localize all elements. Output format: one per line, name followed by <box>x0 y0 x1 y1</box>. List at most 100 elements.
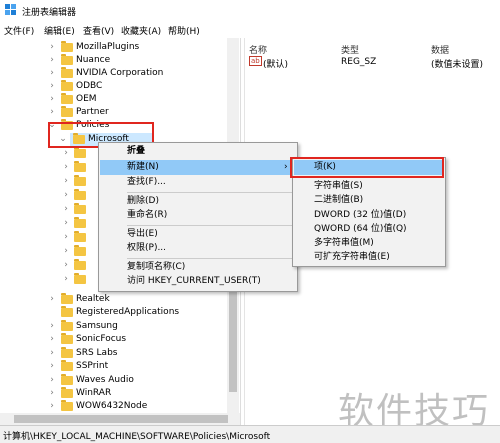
folder-icon <box>61 306 73 317</box>
submenu-item-qword-value[interactable]: QWORD (64 位)值(Q) <box>314 222 407 237</box>
menu-item-goto-hkcu[interactable]: 访问 HKEY_CURRENT_USER(T) <box>127 274 261 289</box>
folder-icon <box>61 387 73 398</box>
expand-chevron-icon[interactable]: › <box>48 67 56 79</box>
submenu-item-multi-string-value[interactable]: 多字符串值(M) <box>314 236 374 251</box>
tree-item[interactable]: › Nuance <box>0 54 240 67</box>
expand-chevron-icon[interactable]: › <box>62 259 70 271</box>
menu-item-rename[interactable]: 重命名(R) <box>127 208 167 223</box>
expand-chevron-icon[interactable]: › <box>48 93 56 105</box>
tree-item-label: ODBC <box>76 81 103 91</box>
column-header-data[interactable]: 数据 <box>431 43 449 56</box>
folder-icon <box>61 80 73 91</box>
expand-chevron-icon[interactable]: › <box>48 320 56 332</box>
tree-item[interactable]: › Waves Audio <box>0 374 240 387</box>
menu-item-export[interactable]: 导出(E) <box>127 227 158 242</box>
menu-item-delete[interactable]: 删除(D) <box>127 194 159 209</box>
tree-item[interactable]: › OEM <box>0 93 240 106</box>
tree-item[interactable]: › Realtek <box>0 293 240 306</box>
tree-item-label: SSPrint <box>76 361 109 371</box>
column-header-name[interactable]: 名称 <box>249 43 267 56</box>
expand-chevron-icon[interactable]: › <box>62 175 70 187</box>
expand-chevron-icon[interactable] <box>48 306 56 318</box>
string-value-icon: ab <box>249 56 262 66</box>
expand-chevron-icon[interactable]: › <box>48 374 56 386</box>
menu-help[interactable]: 帮助(H) <box>168 24 200 37</box>
value-name: (默认) <box>263 60 289 70</box>
expand-chevron-icon[interactable]: › <box>48 360 56 372</box>
menu-separator <box>127 225 295 226</box>
expand-chevron-icon[interactable]: › <box>62 161 70 173</box>
menu-edit[interactable]: 编辑(E) <box>44 24 75 37</box>
expand-chevron-icon[interactable]: › <box>48 387 56 399</box>
value-row[interactable]: ab (默认) REG_SZ (数值未设置) <box>247 56 499 70</box>
folder-icon <box>61 54 73 65</box>
tree-hscroll-thumb[interactable] <box>14 415 228 423</box>
tree-item[interactable]: RegisteredApplications <box>0 306 240 319</box>
expand-chevron-icon[interactable]: › <box>62 273 70 285</box>
tree-scroll-thumb[interactable] <box>229 282 237 392</box>
tree-item[interactable]: › NVIDIA Corporation <box>0 67 240 80</box>
menu-view[interactable]: 查看(V) <box>83 24 114 37</box>
menu-item-copy-key-name[interactable]: 复制项名称(C) <box>127 260 185 275</box>
tree-item[interactable]: › SRS Labs <box>0 347 240 360</box>
expand-chevron-icon[interactable]: › <box>62 203 70 215</box>
submenu-item-dword-value[interactable]: DWORD (32 位)值(D) <box>314 208 406 223</box>
tree-item-label: Waves Audio <box>76 375 134 385</box>
expand-chevron-icon[interactable]: › <box>62 147 70 159</box>
expand-chevron-icon[interactable]: › <box>62 231 70 243</box>
submenu-arrow-icon: › <box>284 162 288 172</box>
tree-item[interactable]: › ODBC <box>0 80 240 93</box>
tree-item-label: WinRAR <box>76 388 112 398</box>
folder-icon <box>61 41 73 52</box>
expand-chevron-icon[interactable]: › <box>62 245 70 257</box>
submenu-item-binary-value[interactable]: 二进制值(B) <box>314 193 363 208</box>
folder-icon <box>74 175 86 186</box>
window-title: 注册表编辑器 <box>22 8 77 18</box>
menu-item-collapse[interactable]: 折叠 <box>127 144 145 159</box>
menu-item-permissions[interactable]: 权限(P)... <box>127 241 166 256</box>
expand-chevron-icon[interactable]: › <box>48 41 56 53</box>
tree-item-label: Nuance <box>76 55 111 65</box>
tree-item[interactable]: › Partner <box>0 106 240 119</box>
status-path: 计算机\HKEY_LOCAL_MACHINE\SOFTWARE\Policies… <box>3 432 271 442</box>
annotation-box-key-item <box>290 157 444 178</box>
regedit-app-icon <box>5 4 16 15</box>
expand-chevron-icon[interactable]: › <box>48 106 56 118</box>
tree-item-label: WOW6432Node <box>76 401 148 411</box>
tree-item-label: Partner <box>76 107 109 117</box>
folder-icon <box>74 217 86 228</box>
expand-chevron-icon[interactable]: › <box>48 400 56 412</box>
folder-icon <box>61 67 73 78</box>
status-bar: 计算机\HKEY_LOCAL_MACHINE\SOFTWARE\Policies… <box>0 425 500 443</box>
tree-item-label: Realtek <box>76 294 110 304</box>
expand-chevron-icon[interactable]: › <box>62 217 70 229</box>
tree-item-label: MozillaPlugins <box>76 42 140 52</box>
tree-item-label: SRS Labs <box>76 348 118 358</box>
submenu-item-expandable-string-value[interactable]: 可扩充字符串值(E) <box>314 250 390 265</box>
menu-bar: 文件(F) 编辑(E) 查看(V) 收藏夹(A) 帮助(H) <box>0 21 500 37</box>
folder-icon <box>61 400 73 411</box>
tree-item[interactable]: › SSPrint <box>0 360 240 373</box>
expand-chevron-icon[interactable]: › <box>48 54 56 66</box>
tree-item-label: RegisteredApplications <box>76 307 180 317</box>
tree-item[interactable]: › Samsung <box>0 320 240 333</box>
tree-item[interactable]: › WinRAR <box>0 387 240 400</box>
folder-icon <box>74 259 86 270</box>
menu-favorites[interactable]: 收藏夹(A) <box>121 24 161 37</box>
expand-chevron-icon[interactable]: › <box>62 189 70 201</box>
submenu-item-string-value[interactable]: 字符串值(S) <box>314 179 363 194</box>
expand-chevron-icon[interactable]: › <box>48 347 56 359</box>
expand-chevron-icon[interactable]: › <box>48 80 56 92</box>
value-data: (数值未设置) <box>431 60 484 70</box>
expand-chevron-icon[interactable]: › <box>48 333 56 345</box>
column-header-type[interactable]: 类型 <box>341 43 359 56</box>
menu-item-find[interactable]: 查找(F)... <box>127 175 166 190</box>
tree-item[interactable]: › WOW6432Node <box>0 400 240 413</box>
menu-file[interactable]: 文件(F) <box>4 24 34 37</box>
tree-item[interactable]: › SonicFocus <box>0 333 240 346</box>
tree-item[interactable]: › MozillaPlugins <box>0 41 240 54</box>
expand-chevron-icon[interactable]: › <box>48 293 56 305</box>
menu-item-new-highlighted[interactable]: 新建(N) › <box>100 160 296 175</box>
context-menu[interactable]: 折叠 新建(N) › 查找(F)... 删除(D) 重命名(R) 导出(E) 权… <box>98 142 298 292</box>
tree-item-label: OEM <box>76 94 97 104</box>
